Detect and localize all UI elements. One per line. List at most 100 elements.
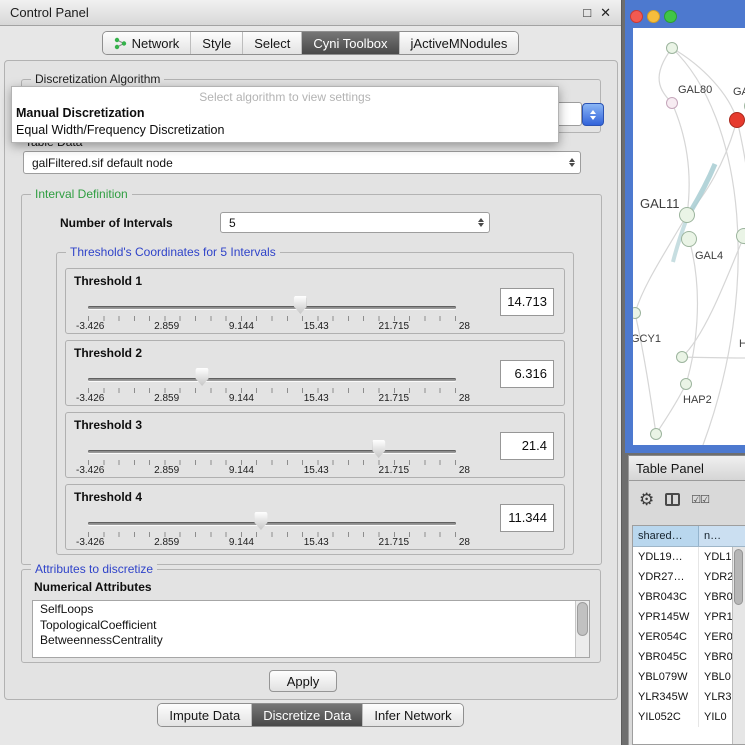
list-scrollbar[interactable] xyxy=(575,601,589,657)
table-cell[interactable]: YBR043C xyxy=(633,587,699,607)
table-cell[interactable]: YDL19… xyxy=(633,547,699,567)
apply-button[interactable]: Apply xyxy=(269,670,337,692)
list-item[interactable]: TopologicalCoefficient xyxy=(33,618,575,634)
table-cell[interactable]: YBL079W xyxy=(633,667,699,687)
table-row[interactable]: YBR043CYBR0 xyxy=(633,587,745,607)
network-node[interactable] xyxy=(666,42,678,54)
tab-select[interactable]: Select xyxy=(242,32,301,54)
tab-impute-data[interactable]: Impute Data xyxy=(158,704,251,726)
node-attribute-table: shared… n… YDL19…YDL1YDR27…YDR2YBR043CYB… xyxy=(632,525,745,745)
slider-scale: -3.4262.8599.14415.4321.71528 xyxy=(76,321,470,332)
table-scrollbar[interactable] xyxy=(732,547,745,744)
table-data-combobox[interactable]: galFiltered.sif default node xyxy=(23,151,581,174)
slider-track[interactable] xyxy=(88,522,456,525)
network-node[interactable] xyxy=(681,231,697,247)
slider-thumb[interactable] xyxy=(372,440,385,458)
slider-scale: -3.4262.8599.14415.4321.71528 xyxy=(76,537,470,548)
table-cell[interactable]: YPR145W xyxy=(633,607,699,627)
columns-icon[interactable] xyxy=(665,493,680,506)
dropdown-option-equal-width-frequency[interactable]: Equal Width/Frequency Discretization xyxy=(12,122,558,139)
network-node[interactable] xyxy=(679,207,695,223)
table-row[interactable]: YDL19…YDL1 xyxy=(633,547,745,567)
minimize-icon[interactable]: □ xyxy=(583,6,591,19)
scale-label: 9.144 xyxy=(229,465,254,476)
scale-label: 21.715 xyxy=(379,537,410,548)
node-label: GAL80 xyxy=(678,84,712,96)
zoom-traffic-light-icon[interactable] xyxy=(664,10,677,23)
tab-cyni-toolbox[interactable]: Cyni Toolbox xyxy=(301,32,398,54)
control-panel-titlebar[interactable]: Control Panel □ ✕ xyxy=(0,0,621,26)
network-node[interactable] xyxy=(680,378,692,390)
scale-label: 21.715 xyxy=(379,465,410,476)
list-item[interactable]: BetweennessCentrality xyxy=(33,633,575,649)
screen: Control Panel □ ✕ Network Sty xyxy=(0,0,745,745)
combobox-stepper-icon[interactable] xyxy=(582,103,604,126)
threshold-4-value-field[interactable]: 11.344 xyxy=(500,504,554,532)
tab-style[interactable]: Style xyxy=(190,32,242,54)
tab-label: Cyni Toolbox xyxy=(313,36,387,51)
group-title: Discretization Algorithm xyxy=(31,72,164,86)
slider-track[interactable] xyxy=(88,306,456,309)
table-cell[interactable]: YDR27… xyxy=(633,567,699,587)
network-canvas[interactable]: GAL80GAGAL11GAL4GCY1HHAP2 xyxy=(633,28,745,445)
control-panel-window: Control Panel □ ✕ Network Sty xyxy=(0,0,622,745)
threshold-2-slider[interactable]: -3.4262.8599.14415.4321.71528 xyxy=(88,365,456,405)
threshold-2-box: Threshold 2 -3.4262.8599.14415.4321.7152… xyxy=(65,340,565,406)
slider-thumb[interactable] xyxy=(254,512,267,530)
network-node[interactable] xyxy=(736,228,745,244)
network-view-window: GAL80GAGAL11GAL4GCY1HHAP2 xyxy=(625,0,745,453)
table-row[interactable]: YPR145WYPR1 xyxy=(633,607,745,627)
dropdown-option-manual-discretization[interactable]: Manual Discretization xyxy=(12,105,558,122)
threshold-3-slider[interactable]: -3.4262.8599.14415.4321.71528 xyxy=(88,437,456,477)
gear-icon[interactable]: ⚙ xyxy=(639,491,654,508)
slider-track[interactable] xyxy=(88,378,456,381)
threshold-1-box: Threshold 1 -3.4262.8599.14415.4321.7152… xyxy=(65,268,565,334)
slider-thumb[interactable] xyxy=(196,368,209,386)
threshold-3-value-field[interactable]: 21.4 xyxy=(500,432,554,460)
tab-network[interactable]: Network xyxy=(103,32,191,54)
threshold-1-slider[interactable]: -3.4262.8599.14415.4321.71528 xyxy=(88,293,456,333)
column-header-name[interactable]: n… xyxy=(699,526,745,546)
slider-thumb[interactable] xyxy=(294,296,307,314)
tab-discretize-data[interactable]: Discretize Data xyxy=(251,704,362,726)
tab-infer-network[interactable]: Infer Network xyxy=(362,704,462,726)
network-node[interactable] xyxy=(676,351,688,363)
scale-label: 2.859 xyxy=(154,393,179,404)
network-node[interactable] xyxy=(666,97,678,109)
column-header-shared-name[interactable]: shared… xyxy=(633,526,699,546)
network-node[interactable] xyxy=(650,428,662,440)
table-row[interactable]: YDR27…YDR2 xyxy=(633,567,745,587)
close-icon[interactable]: ✕ xyxy=(600,6,611,19)
table-cell[interactable]: YER054C xyxy=(633,627,699,647)
number-of-intervals-combobox[interactable]: 5 xyxy=(220,212,490,233)
table-panel-title: Table Panel xyxy=(636,461,704,476)
table-row[interactable]: YIL052CYIL0 xyxy=(633,707,745,727)
select-columns-icon[interactable]: ☑☑ xyxy=(691,493,709,506)
threshold-1-value-field[interactable]: 14.713 xyxy=(500,288,554,316)
threshold-label: Threshold 4 xyxy=(74,490,142,504)
list-item[interactable]: SelfLoops xyxy=(33,602,575,618)
node-label: H xyxy=(739,338,745,350)
table-row[interactable]: YBR045CYBR0 xyxy=(633,647,745,667)
table-row[interactable]: YER054CYER0 xyxy=(633,627,745,647)
numerical-attributes-list[interactable]: SelfLoopsTopologicalCoefficientBetweenne… xyxy=(32,600,590,658)
table-panel-titlebar[interactable]: Table Panel xyxy=(628,455,745,481)
scale-label: -3.426 xyxy=(76,465,104,476)
table-row[interactable]: YBL079WYBL0 xyxy=(633,667,745,687)
network-node[interactable] xyxy=(729,112,745,128)
scrollbar-thumb[interactable] xyxy=(577,602,588,636)
slider-track[interactable] xyxy=(88,450,456,453)
table-header-row: shared… n… xyxy=(633,526,745,547)
table-cell[interactable]: YIL052C xyxy=(633,707,699,727)
scrollbar-thumb[interactable] xyxy=(734,549,743,605)
scale-label: 2.859 xyxy=(154,321,179,332)
close-traffic-light-icon[interactable] xyxy=(630,10,643,23)
minimize-traffic-light-icon[interactable] xyxy=(647,10,660,23)
threshold-label: Threshold 1 xyxy=(74,274,142,288)
threshold-2-value-field[interactable]: 6.316 xyxy=(500,360,554,388)
table-cell[interactable]: YBR045C xyxy=(633,647,699,667)
table-row[interactable]: YLR345WYLR3 xyxy=(633,687,745,707)
tab-jactivemnodules[interactable]: jActiveMNodules xyxy=(399,32,519,54)
table-cell[interactable]: YLR345W xyxy=(633,687,699,707)
threshold-4-slider[interactable]: -3.4262.8599.14415.4321.71528 xyxy=(88,509,456,549)
